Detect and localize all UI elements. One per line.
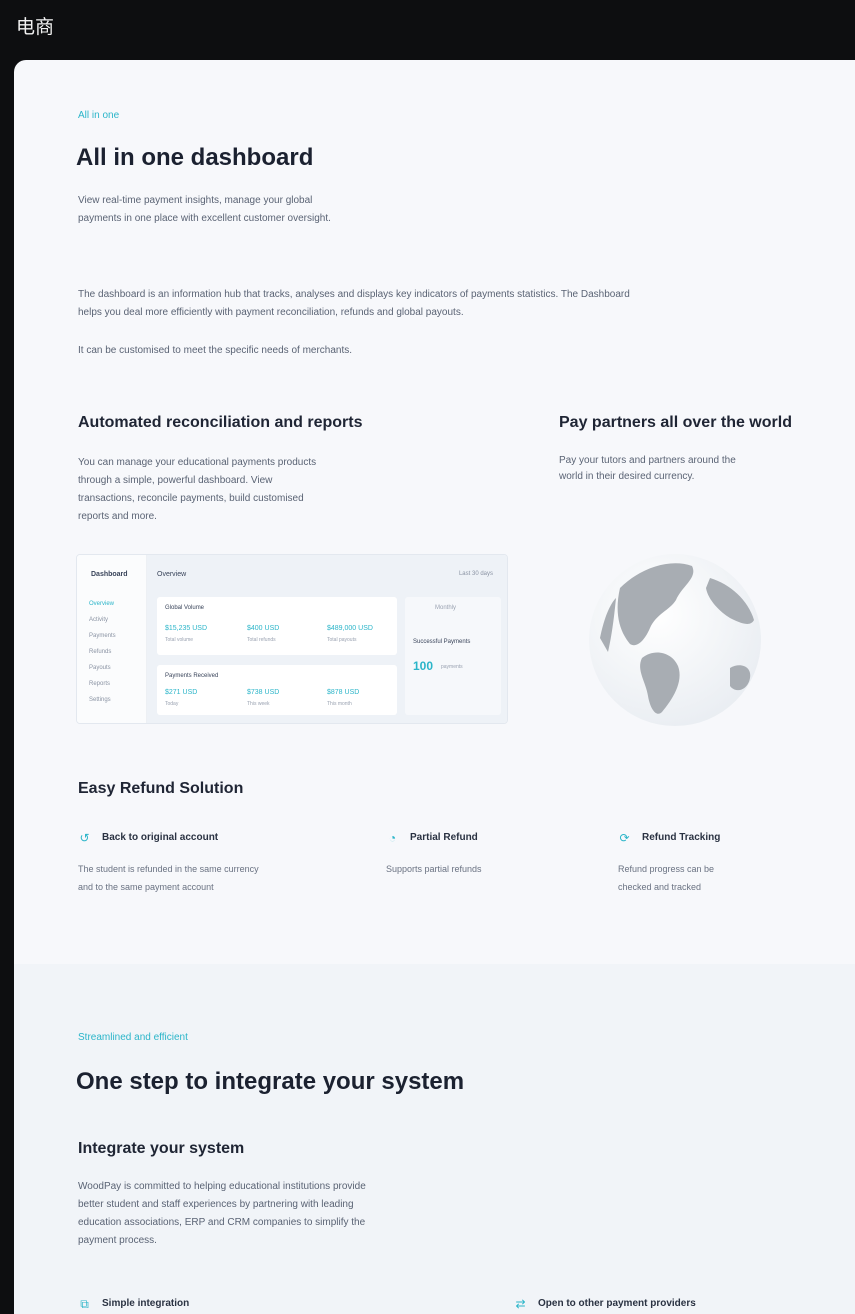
refund-account-icon: ↺	[79, 831, 90, 845]
mock-big-value: 100	[413, 659, 434, 673]
partial-refund-icon: ◔	[388, 831, 397, 845]
mock-card-received: Payments Received $271 USD Today $738 US…	[157, 665, 397, 715]
simple-integration-icon: ⧉	[80, 1297, 89, 1311]
mock-big-unit: payments	[441, 664, 463, 670]
mock-card-title: Global Volume	[165, 605, 205, 611]
mock-nav-item: Settings	[89, 697, 111, 703]
page-title: All in one dashboard	[76, 144, 314, 171]
mock-stat-label: This week	[247, 701, 270, 707]
mock-stat-value: $489,000 USD	[327, 625, 373, 632]
mock-stat-label: Total payouts	[327, 637, 357, 643]
mock-main: Overview Last 30 days Global Volume $15,…	[147, 555, 507, 723]
refund-tracking-icon: ⟳	[619, 831, 630, 845]
reconciliation-line3: transactions, reconcile payments, build …	[78, 493, 304, 504]
mock-stat-label: Today	[165, 701, 179, 707]
hero-desc-line1: The dashboard is an information hub that…	[78, 289, 630, 300]
mock-nav-item: Refunds	[89, 649, 112, 655]
mock-card-success: Monthly Successful Payments 100 payments	[405, 597, 501, 715]
mock-header: Overview	[157, 571, 187, 578]
refund-title: Easy Refund Solution	[78, 780, 244, 797]
integration-eyebrow: Streamlined and efficient	[78, 1032, 188, 1043]
reconciliation-line1: You can manage your educational payments…	[78, 457, 317, 468]
mock-stat-label: Total refunds	[247, 637, 276, 643]
window-title-bar: 电商	[0, 0, 855, 60]
mock-filter: Monthly	[435, 605, 457, 611]
mock-stat-value: $15,235 USD	[165, 625, 208, 632]
mock-nav-item: Overview	[89, 601, 115, 607]
mock-nav-item: Payments	[89, 633, 116, 639]
refund-item-line1: Refund progress can be	[618, 864, 715, 874]
window-title: 电商	[16, 16, 55, 38]
refund-item-line1: Supports partial refunds	[386, 864, 482, 874]
refund-item-title: Refund Tracking	[642, 832, 721, 843]
hero-intro-line2: payments in one place with excellent cus…	[78, 213, 331, 224]
integration-line2: better student and staff experiences by …	[78, 1199, 354, 1210]
mock-stat-value: $271 USD	[165, 689, 198, 696]
mock-nav-item: Payouts	[89, 665, 111, 671]
partners-line2: world in their desired currency.	[559, 471, 695, 482]
integration-section-bg	[14, 964, 855, 1314]
mock-sidebar: Dashboard Overview Activity Payments Ref…	[77, 555, 147, 723]
refund-item-title: Partial Refund	[410, 832, 478, 843]
integration-line3: education associations, ERP and CRM comp…	[78, 1217, 366, 1228]
integration-line4: payment process.	[78, 1235, 157, 1246]
mock-nav-item: Activity	[89, 617, 109, 623]
hero-desc-line3: It can be customised to meet the specifi…	[78, 345, 353, 356]
integration-line1: WoodPay is committed to helping educatio…	[78, 1181, 366, 1192]
refund-item-line2: checked and tracked	[618, 882, 702, 892]
mock-card-title: Successful Payments	[413, 639, 471, 645]
reconciliation-title: Automated reconciliation and reports	[78, 414, 363, 431]
mock-card-title: Payments Received	[165, 673, 219, 679]
hero-eyebrow: All in one	[78, 110, 120, 121]
content-panel: All in one All in one dashboard View rea…	[14, 60, 855, 1314]
mock-card-volume: Global Volume $15,235 USD Total volume $…	[157, 597, 397, 655]
reconciliation-line4: reports and more.	[78, 511, 157, 522]
hero-intro-line1: View real-time payment insights, manage …	[78, 195, 313, 206]
integration-title: One step to integrate your system	[76, 1068, 465, 1095]
mock-stat-value: $878 USD	[327, 689, 360, 696]
feature-simple-integration: Simple integration	[102, 1298, 190, 1309]
mock-stat-value: $738 USD	[247, 689, 280, 696]
mock-stat-label: Total volume	[165, 637, 194, 643]
refund-item-line2: and to the same payment account	[78, 882, 214, 892]
mock-header-range: Last 30 days	[458, 571, 493, 577]
hero-desc-line2: helps you deal more efficiently with pay…	[78, 307, 464, 318]
mock-stat-label: This month	[327, 701, 352, 707]
dashboard-preview-image: Dashboard Overview Activity Payments Ref…	[76, 554, 508, 724]
integration-subtitle: Integrate your system	[78, 1140, 245, 1157]
refund-item-line1: The student is refunded in the same curr…	[78, 864, 259, 874]
partners-title: Pay partners all over the world	[559, 414, 792, 431]
open-providers-icon: ⇄	[515, 1297, 526, 1311]
mock-stat-value: $400 USD	[247, 625, 280, 632]
mock-nav-item: Reports	[89, 681, 111, 687]
mock-logo: Dashboard	[91, 571, 128, 578]
refund-item-title: Back to original account	[102, 832, 219, 843]
globe-image	[589, 554, 761, 726]
feature-open-providers: Open to other payment providers	[538, 1298, 696, 1309]
reconciliation-line2: through a simple, powerful dashboard. Vi…	[78, 475, 273, 486]
